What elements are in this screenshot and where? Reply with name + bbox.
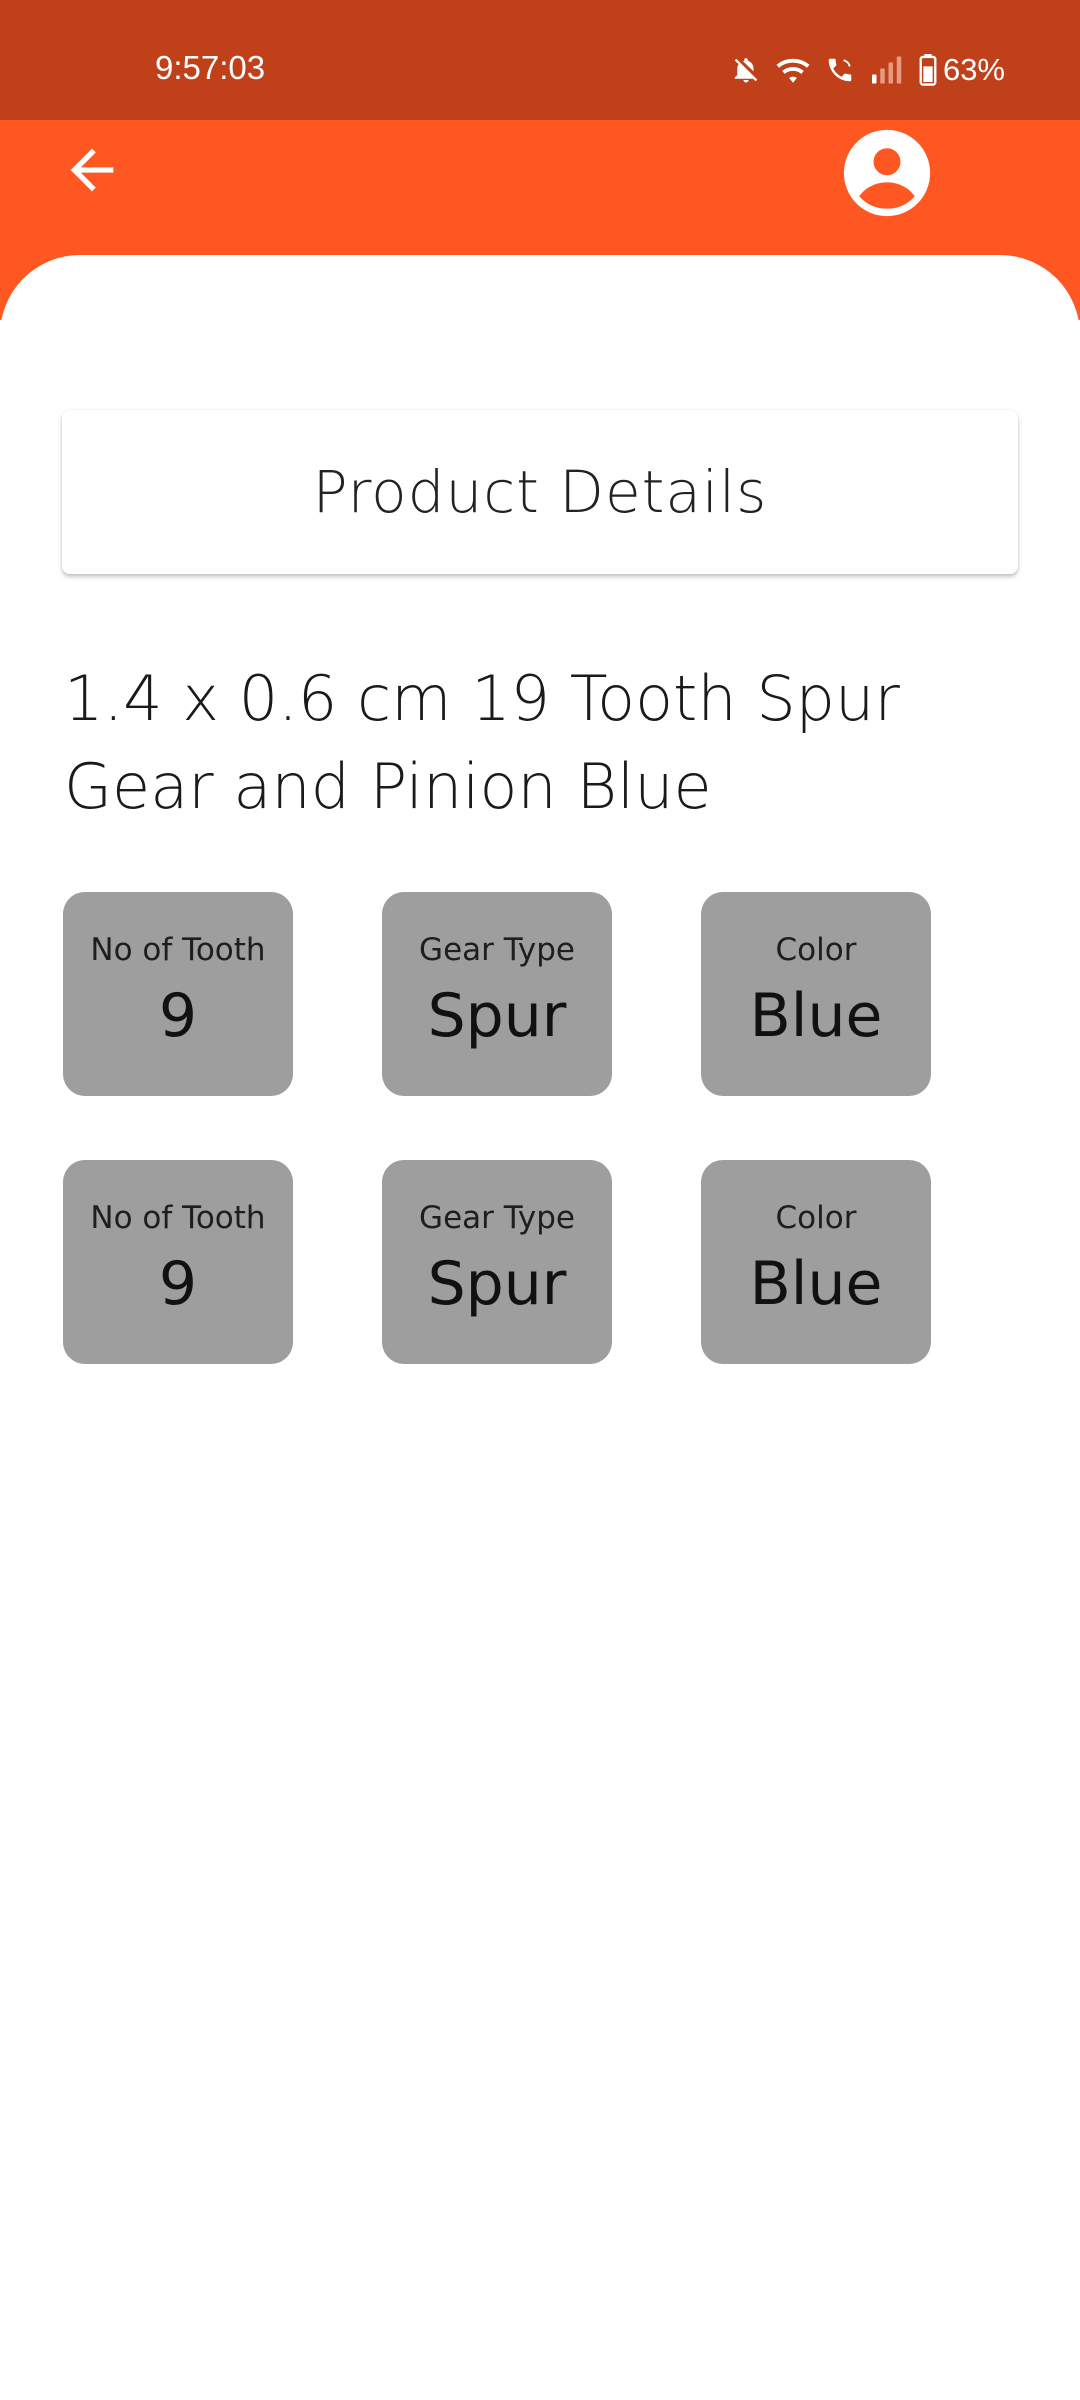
spec-label: Gear Type [419,1200,575,1236]
spec-value: 9 [158,1249,198,1319]
spec-value: Blue [749,1249,883,1319]
spec-grid: No of Tooth 9 Gear Type Spur Color Blue … [63,892,1023,1428]
signal-icon [869,55,905,85]
wifi-call-icon [825,55,855,85]
spec-label: No of Tooth [90,1200,266,1236]
spec-label: No of Tooth [90,932,266,968]
spec-value: Spur [427,981,567,1051]
spec-tile-tooth-count[interactable]: No of Tooth 9 [63,892,293,1096]
back-button[interactable] [52,132,132,212]
title-card: Product Details [62,410,1018,574]
spec-value: Spur [427,1249,567,1319]
bell-off-icon [731,55,761,85]
content-sheet: Product Details 1.4 x 0.6 cm 19 Tooth Sp… [0,255,1080,2400]
spec-value: 9 [158,981,198,1051]
battery-percent: 63% [942,52,1005,87]
product-name: 1.4 x 0.6 cm 19 Tooth Spur Gear and Pini… [64,662,900,823]
page-title: Product Details [312,458,768,526]
account-circle-icon [842,129,932,222]
battery-icon [919,54,937,86]
profile-button[interactable] [842,128,932,218]
spec-tile-gear-type[interactable]: Gear Type Spur [382,892,612,1096]
spec-tile-tooth-count[interactable]: No of Tooth 9 [63,1160,293,1364]
spec-value: Blue [749,981,883,1051]
arrow-left-icon [60,138,124,206]
spec-tile-color[interactable]: Color Blue [701,892,931,1096]
status-time: 9:57:03 [155,49,266,86]
status-icons: 63% [731,50,1005,90]
spec-label: Gear Type [419,932,575,968]
spec-row: No of Tooth 9 Gear Type Spur Color Blue [63,892,1023,1096]
spec-tile-color[interactable]: Color Blue [701,1160,931,1364]
spec-label: Color [775,932,857,968]
status-bar: 9:57:03 63% [0,0,1080,120]
spec-tile-gear-type[interactable]: Gear Type Spur [382,1160,612,1364]
spec-row: No of Tooth 9 Gear Type Spur Color Blue [63,1160,1023,1364]
spec-label: Color [775,1200,857,1236]
wifi-icon [775,55,811,85]
